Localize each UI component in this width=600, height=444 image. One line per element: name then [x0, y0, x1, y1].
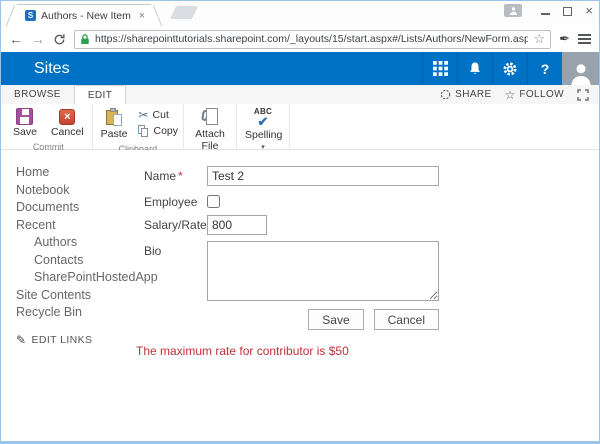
person-icon — [570, 64, 591, 85]
form-save-button[interactable]: Save — [308, 309, 364, 330]
scissors-icon: ✂ — [138, 108, 149, 122]
form-row-name: Name * — [144, 166, 444, 186]
form-row-salary: Salary/Rate* — [144, 215, 444, 235]
forward-icon[interactable]: → — [31, 32, 45, 46]
sidebar-item-contacts[interactable]: Contacts — [34, 253, 134, 267]
follow-star-icon: ☆ — [504, 87, 516, 102]
share-button[interactable]: SHARE — [440, 89, 491, 100]
https-padlock-icon — [81, 34, 89, 44]
employee-checkbox[interactable] — [207, 195, 220, 208]
ribbon-tab-row: BROWSE EDIT SHARE ☆ FOLLOW — [1, 85, 599, 104]
form-row-bio: Bio — [144, 241, 444, 301]
browser-window: S Authors - New Item × × ← → https://sha… — [0, 0, 600, 444]
attach-file-button[interactable]: Attach File — [189, 107, 231, 153]
browser-menu-icon[interactable] — [578, 34, 591, 44]
user-avatar[interactable] — [562, 52, 599, 85]
ribbon-group-spelling: ABC ✔ Spelling ▾ Spelling — [237, 104, 290, 164]
form-row-employee: Employee — [144, 192, 444, 209]
app-launcher-icon[interactable] — [422, 52, 457, 85]
name-input[interactable] — [207, 166, 439, 186]
browser-tab-bar: S Authors - New Item × × — [1, 1, 599, 26]
ribbon-group-actions: Attach File Actions — [184, 104, 237, 165]
minimize-button[interactable] — [541, 13, 551, 15]
ribbon-toolbar: Save × Cancel Commit Paste ✂ Cut Copy Cl… — [1, 104, 599, 165]
url-text[interactable]: https://sharepointtutorials.sharepoint.c… — [95, 33, 528, 45]
bio-textarea[interactable] — [207, 241, 439, 301]
tab-title: Authors - New Item — [41, 9, 131, 22]
tab-browse[interactable]: BROWSE — [1, 85, 74, 104]
sidebar-item-documents[interactable]: Documents — [16, 201, 134, 214]
spelling-button[interactable]: ABC ✔ Spelling ▾ — [242, 107, 284, 152]
help-icon[interactable]: ? — [527, 52, 562, 85]
browser-toolbar: ← → https://sharepointtutorials.sharepoi… — [1, 26, 599, 52]
paste-button[interactable]: Paste — [98, 107, 131, 142]
site-title[interactable]: Sites — [34, 60, 70, 78]
tab-edit[interactable]: EDIT — [73, 85, 127, 104]
window-controls: × — [504, 4, 593, 17]
salary-field-label: Salary/Rate — [144, 218, 207, 232]
pencil-icon: ✎ — [16, 332, 27, 347]
notifications-bell-icon[interactable] — [457, 52, 492, 85]
bookmark-star-icon[interactable]: ☆ — [533, 31, 545, 47]
person-icon — [510, 7, 517, 15]
sidebar-nav: Home Notebook Documents Recent Authors C… — [16, 166, 158, 347]
sidebar-item-site-contents[interactable]: Site Contents — [16, 288, 134, 302]
ribbon-group-clipboard: Paste ✂ Cut Copy Clipboard — [93, 104, 184, 154]
validation-error-message: The maximum rate for contributor is $50 — [136, 344, 349, 358]
address-bar[interactable]: https://sharepointtutorials.sharepoint.c… — [74, 29, 552, 49]
sidebar-item-recycle-bin[interactable]: Recycle Bin — [16, 306, 134, 319]
sharepoint-favicon-icon: S — [25, 10, 36, 21]
close-button[interactable]: × — [585, 4, 593, 17]
share-pending-icon — [440, 89, 451, 100]
extension-icon[interactable]: ✒ — [559, 31, 570, 47]
paste-clipboard-icon — [105, 108, 123, 127]
spell-check-icon: ABC ✔ — [253, 107, 273, 129]
sidebar-item-authors[interactable]: Authors — [34, 236, 134, 249]
attach-file-icon — [201, 108, 218, 127]
settings-gear-icon[interactable] — [492, 52, 527, 85]
suite-bar: Sites ? — [1, 52, 599, 85]
save-floppy-icon — [16, 108, 34, 125]
refresh-icon[interactable] — [53, 33, 66, 46]
new-item-form: Name* Employee Salary/Rate* Bio Save Can… — [136, 166, 444, 358]
form-cancel-button[interactable]: Cancel — [373, 309, 439, 330]
salary-input[interactable] — [207, 215, 267, 235]
sidebar-item-notebook[interactable]: Notebook — [16, 183, 134, 197]
cut-button[interactable]: ✂ Cut — [138, 109, 178, 121]
sidebar-item-sharepointhostedapp[interactable]: SharePointHostedApp — [34, 271, 158, 284]
browser-profile-icon[interactable] — [504, 4, 523, 17]
focus-mode-icon[interactable] — [577, 88, 589, 101]
copy-button[interactable]: Copy — [138, 125, 178, 137]
save-ribbon-button[interactable]: Save — [10, 107, 40, 140]
edit-links-button[interactable]: ✎ EDIT LINKS — [16, 333, 134, 347]
page-content: Home Notebook Documents Recent Authors C… — [1, 150, 599, 400]
bio-field-label: Bio — [144, 244, 162, 258]
follow-button[interactable]: ☆ FOLLOW — [505, 88, 564, 102]
ribbon-group-commit: Save × Cancel Commit — [5, 104, 93, 152]
sidebar-item-recent[interactable]: Recent — [16, 218, 134, 232]
cancel-ribbon-button[interactable]: × Cancel — [48, 107, 87, 140]
copy-pages-icon — [138, 125, 149, 137]
browser-tab[interactable]: S Authors - New Item × — [17, 4, 151, 26]
new-tab-button[interactable] — [169, 6, 199, 19]
employee-field-label: Employee — [144, 195, 198, 209]
back-icon[interactable]: ← — [9, 32, 23, 46]
required-asterisk: * — [178, 169, 183, 183]
tab-close-icon[interactable]: × — [139, 10, 145, 22]
maximize-button[interactable] — [563, 7, 573, 16]
cancel-x-icon: × — [59, 109, 76, 125]
name-field-label: Name — [144, 169, 177, 183]
sidebar-item-home[interactable]: Home — [16, 166, 134, 179]
